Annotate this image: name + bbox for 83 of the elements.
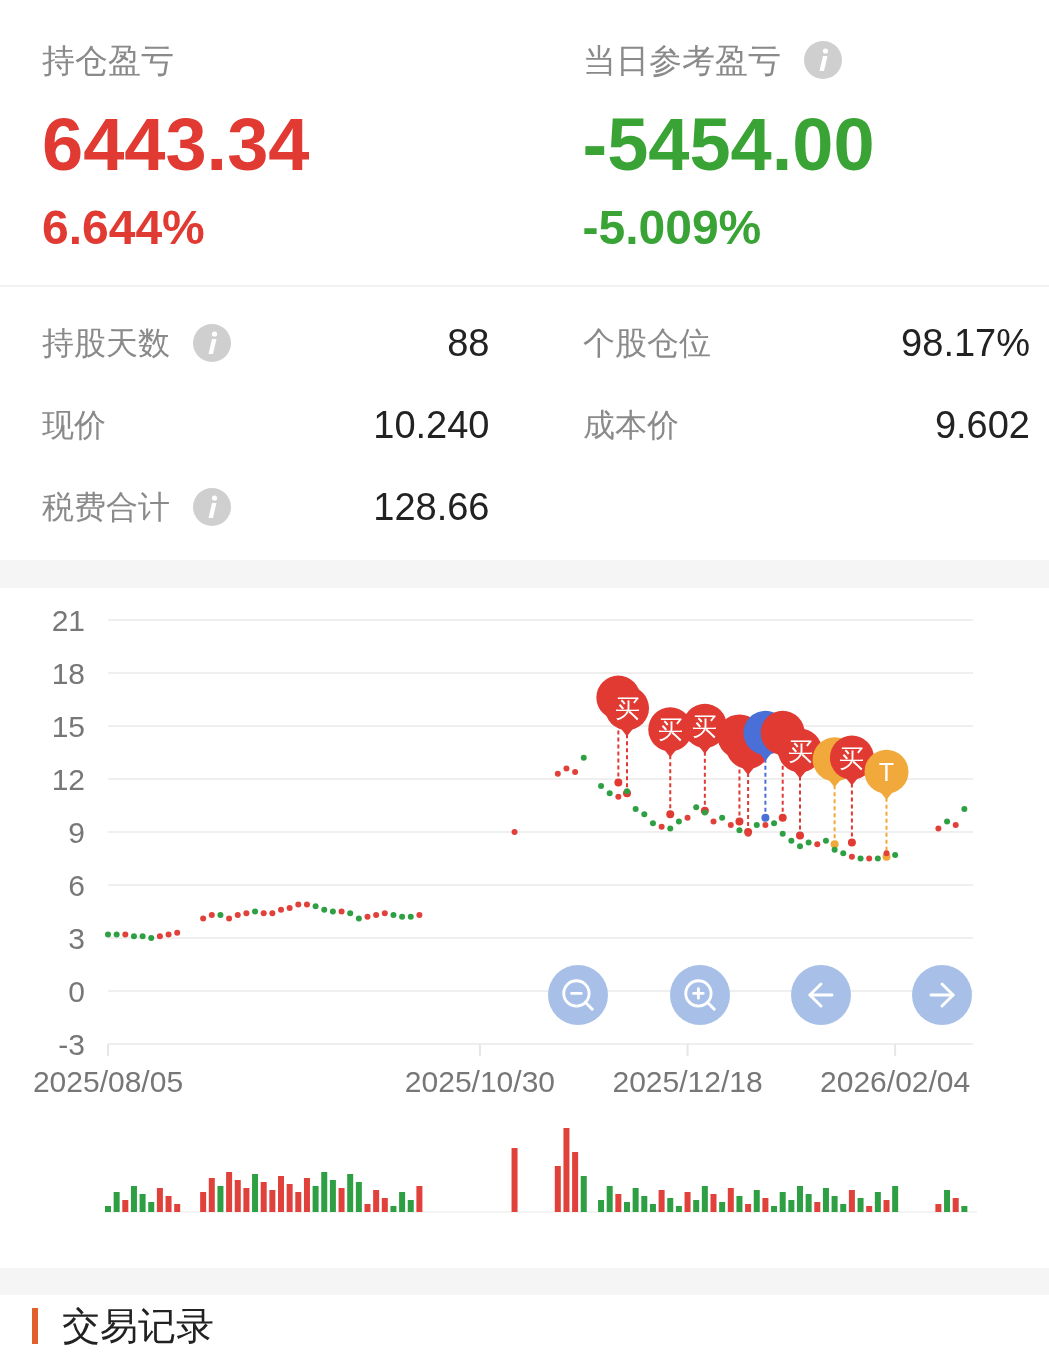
price-point bbox=[139, 933, 146, 940]
price-point bbox=[217, 912, 224, 919]
price-point bbox=[511, 829, 518, 835]
price-point bbox=[269, 910, 276, 917]
price-point bbox=[641, 811, 648, 818]
price-point bbox=[113, 931, 120, 938]
y-tick-label: 15 bbox=[51, 710, 85, 743]
x-tick-label: 2026/02/04 bbox=[820, 1065, 971, 1098]
info-icon[interactable] bbox=[802, 40, 843, 80]
pnl-amount: -5454.00 bbox=[582, 108, 876, 182]
price-point bbox=[165, 931, 172, 938]
price-point bbox=[174, 929, 181, 936]
price-point bbox=[580, 754, 587, 761]
price-point bbox=[278, 906, 284, 913]
price-point bbox=[710, 818, 717, 825]
price-point bbox=[762, 821, 769, 828]
section-accent-bar bbox=[32, 1308, 38, 1344]
price-point bbox=[658, 823, 665, 830]
previous-button[interactable] bbox=[791, 965, 851, 1025]
price-point bbox=[243, 910, 250, 917]
stat-label: 成本价 bbox=[582, 406, 679, 445]
price-point bbox=[105, 931, 111, 938]
stat-label: 个股仓位 bbox=[582, 324, 711, 363]
price-point bbox=[831, 846, 838, 853]
y-tick-label: 12 bbox=[51, 763, 85, 796]
x-tick-label: 2025/10/30 bbox=[404, 1065, 556, 1098]
zoom-out-icon bbox=[559, 976, 597, 1014]
price-point bbox=[632, 806, 639, 813]
price-point bbox=[857, 855, 864, 862]
stat-label: 现价 bbox=[42, 406, 106, 445]
stat-value: 9.602 bbox=[934, 402, 1030, 448]
price-point bbox=[649, 820, 656, 827]
next-button[interactable] bbox=[912, 965, 972, 1025]
price-point bbox=[961, 806, 968, 813]
price-point bbox=[771, 820, 778, 827]
y-tick-label: 0 bbox=[68, 975, 85, 1008]
pnl-percent: -5.009% bbox=[582, 204, 763, 252]
pnl-amount: 6443.34 bbox=[42, 108, 311, 182]
price-point bbox=[364, 913, 371, 920]
price-point bbox=[684, 814, 691, 821]
x-tick-label: 2025/08/05 bbox=[32, 1065, 184, 1098]
price-point bbox=[338, 908, 345, 915]
pnl-label: 当日参考盈亏 bbox=[582, 43, 781, 77]
price-point bbox=[624, 788, 630, 795]
price-point bbox=[797, 843, 803, 850]
stat-label: 持股天数 bbox=[42, 324, 170, 363]
price-point bbox=[736, 827, 743, 834]
stat-value: 10.240 bbox=[373, 402, 490, 448]
zoom-in-button[interactable] bbox=[670, 965, 730, 1025]
x-tick-label: 2025/12/18 bbox=[612, 1065, 763, 1098]
price-point bbox=[416, 912, 423, 919]
price-point bbox=[779, 830, 786, 837]
price-point bbox=[753, 821, 760, 828]
price-point bbox=[390, 912, 397, 919]
y-tick-label: 3 bbox=[68, 922, 85, 955]
price-point bbox=[805, 839, 812, 846]
price-point bbox=[892, 851, 899, 858]
pnl-percent: 6.644% bbox=[42, 204, 206, 252]
info-icon[interactable] bbox=[192, 487, 232, 527]
zoom-in-icon bbox=[681, 976, 719, 1014]
info-icon[interactable] bbox=[192, 323, 232, 363]
price-point bbox=[286, 904, 293, 911]
y-tick-label: 18 bbox=[51, 657, 85, 690]
price-point bbox=[883, 850, 890, 857]
stat-value: 128.66 bbox=[373, 484, 490, 530]
stat-label: 税费合计 bbox=[42, 488, 170, 527]
price-point bbox=[563, 765, 570, 772]
price-point bbox=[615, 793, 622, 800]
y-tick-label: 6 bbox=[68, 869, 85, 902]
price-point bbox=[935, 825, 942, 832]
price-point bbox=[745, 830, 752, 837]
y-tick-label: -3 bbox=[58, 1028, 85, 1061]
zoom-out-button[interactable] bbox=[548, 965, 608, 1025]
price-point bbox=[554, 770, 561, 777]
stat-value: 98.17% bbox=[901, 320, 1030, 366]
stat-value: 88 bbox=[447, 320, 490, 366]
price-point bbox=[572, 768, 579, 775]
price-point bbox=[788, 837, 795, 844]
y-tick-label: 21 bbox=[51, 604, 85, 637]
y-tick-label: 9 bbox=[68, 816, 85, 849]
section-title: 交易记录 bbox=[62, 1307, 214, 1345]
price-point bbox=[312, 903, 319, 910]
pnl-label: 持仓盈亏 bbox=[42, 43, 174, 77]
